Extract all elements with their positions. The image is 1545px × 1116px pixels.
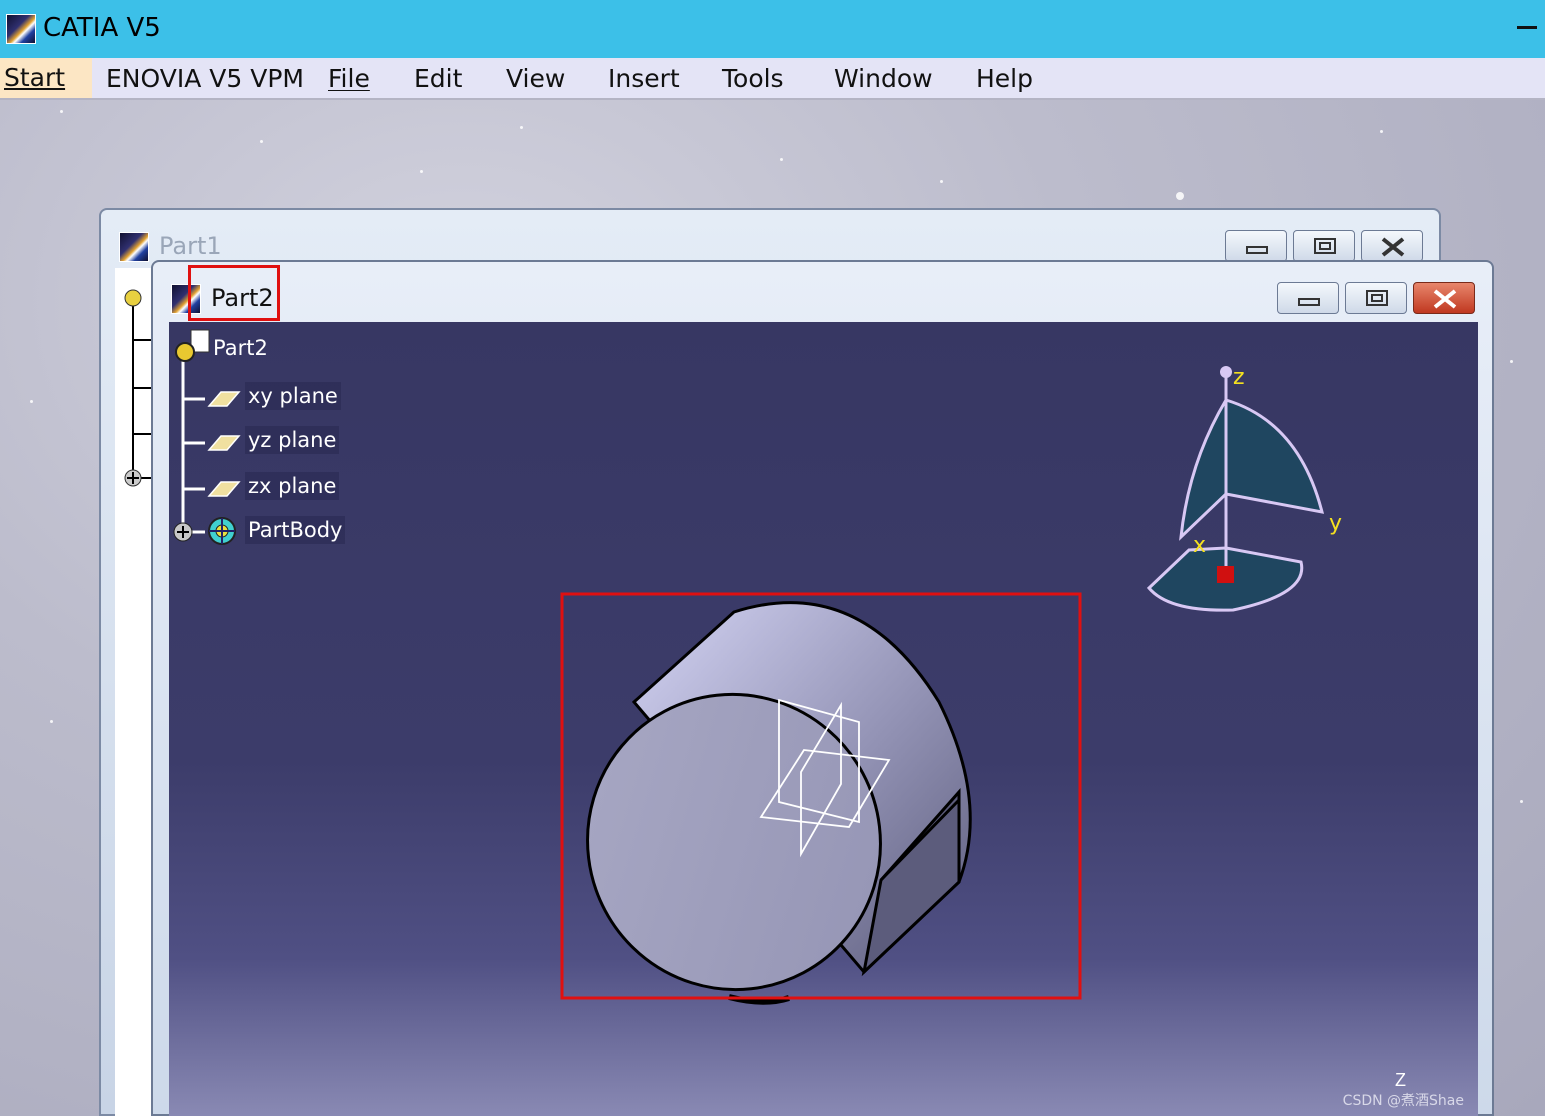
- tree-item-label: PartBody: [245, 516, 346, 544]
- catia-logo-icon: [6, 14, 36, 44]
- menu-edit-label: Edit: [414, 64, 463, 93]
- part-root-icon: [175, 329, 210, 362]
- close-icon: [1381, 237, 1405, 257]
- menu-file-label: File: [328, 64, 370, 93]
- compass-y-label: y: [1329, 511, 1342, 536]
- tree-item-zx-plane[interactable]: zx plane: [245, 472, 340, 500]
- menu-view-label: View: [506, 64, 566, 93]
- partbody-icon: [208, 517, 236, 545]
- tree-item-partbody[interactable]: PartBody: [245, 516, 346, 544]
- tree-root-label: Part2: [213, 336, 268, 360]
- app-minimize-icon[interactable]: [1517, 26, 1537, 29]
- tree-item-label: yz plane: [245, 426, 340, 454]
- partbody-expand-icon[interactable]: [173, 522, 193, 542]
- menu-insert[interactable]: Insert: [608, 63, 680, 95]
- cylinder-model[interactable]: [536, 601, 972, 1042]
- menu-start-label: Start: [4, 63, 66, 92]
- plane-icon: [207, 481, 241, 497]
- 3d-viewport[interactable]: z y x Part2 xy plane yz plane zx plane P…: [169, 322, 1478, 1116]
- menu-window-label: Window: [834, 64, 933, 93]
- menu-tools[interactable]: Tools: [722, 63, 784, 95]
- tree-root-part2[interactable]: Part2: [213, 336, 268, 360]
- restore-icon: [1366, 290, 1388, 306]
- tree-item-yz-plane[interactable]: yz plane: [245, 426, 340, 454]
- menu-insert-label: Insert: [608, 64, 680, 93]
- viewport-scene: z y x: [173, 329, 1342, 1042]
- menu-start[interactable]: Start: [0, 58, 92, 98]
- menu-window[interactable]: Window: [834, 63, 933, 95]
- part1-close-button[interactable]: [1361, 230, 1423, 262]
- restore-icon: [1314, 238, 1336, 254]
- part1-restore-button[interactable]: [1293, 230, 1355, 262]
- app-title: CATIA V5: [43, 13, 161, 43]
- tree-item-label: zx plane: [245, 472, 340, 500]
- part1-minimize-button[interactable]: [1225, 230, 1287, 262]
- tree-item-xy-plane[interactable]: xy plane: [245, 382, 341, 410]
- menu-bar: Start ENOVIA V5 VPM File Edit View Inser…: [0, 58, 1545, 100]
- menu-help-label: Help: [976, 64, 1033, 93]
- compass-z-label: z: [1233, 365, 1245, 390]
- menu-tools-label: Tools: [722, 64, 784, 93]
- watermark: CSDN @煮酒Shae: [1342, 1093, 1464, 1109]
- window-part2[interactable]: Part2 z y x Part2 xy plane yz plane zx p…: [151, 260, 1494, 1116]
- minimize-icon: [1298, 298, 1320, 306]
- part2-minimize-button[interactable]: [1277, 282, 1339, 314]
- menu-edit[interactable]: Edit: [414, 63, 462, 95]
- spec-tree-lines: [181, 356, 205, 534]
- tree-item-label: xy plane: [245, 382, 341, 410]
- menu-file[interactable]: File: [328, 63, 370, 95]
- app-title-bar: CATIA V5: [0, 0, 1545, 58]
- window-part1-title: Part1: [159, 232, 222, 260]
- title-highlight-box: [188, 265, 280, 321]
- plane-icon: [207, 391, 241, 407]
- close-icon: [1433, 289, 1457, 309]
- compass-x-label: x: [1193, 533, 1206, 558]
- part1-tree-strip: [115, 268, 155, 1116]
- menu-view[interactable]: View: [506, 63, 565, 95]
- part1-tree-lines: [124, 289, 153, 487]
- minimize-icon: [1246, 246, 1268, 254]
- part2-restore-button[interactable]: [1345, 282, 1407, 314]
- plane-icon: [207, 435, 241, 451]
- part2-close-button[interactable]: [1413, 282, 1475, 314]
- mini-axis-label: Z: [1395, 1070, 1406, 1090]
- compass-icon[interactable]: [1146, 366, 1325, 612]
- document-icon: [119, 232, 149, 262]
- menu-enovia[interactable]: ENOVIA V5 VPM: [106, 63, 304, 95]
- menu-help[interactable]: Help: [976, 63, 1033, 95]
